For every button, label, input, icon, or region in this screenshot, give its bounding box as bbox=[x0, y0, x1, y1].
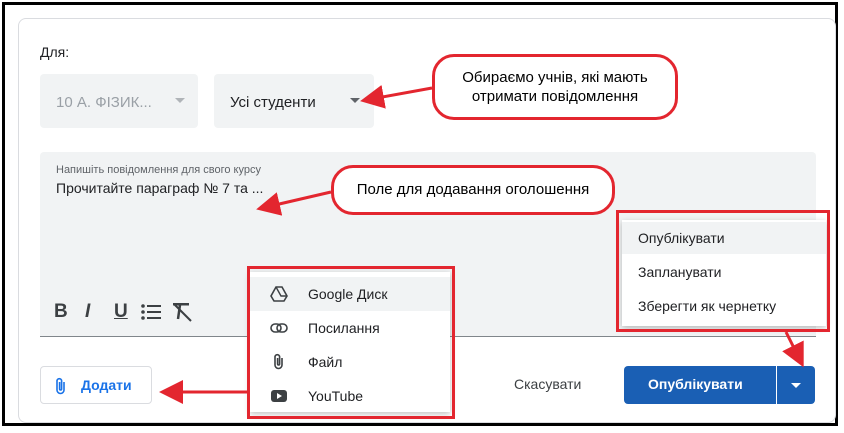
arrow-to-message-field bbox=[256, 190, 332, 216]
annotation-arrows bbox=[159, 84, 804, 404]
arrow-to-publish-dropdown bbox=[782, 331, 804, 368]
arrow-to-students-select bbox=[360, 84, 433, 109]
